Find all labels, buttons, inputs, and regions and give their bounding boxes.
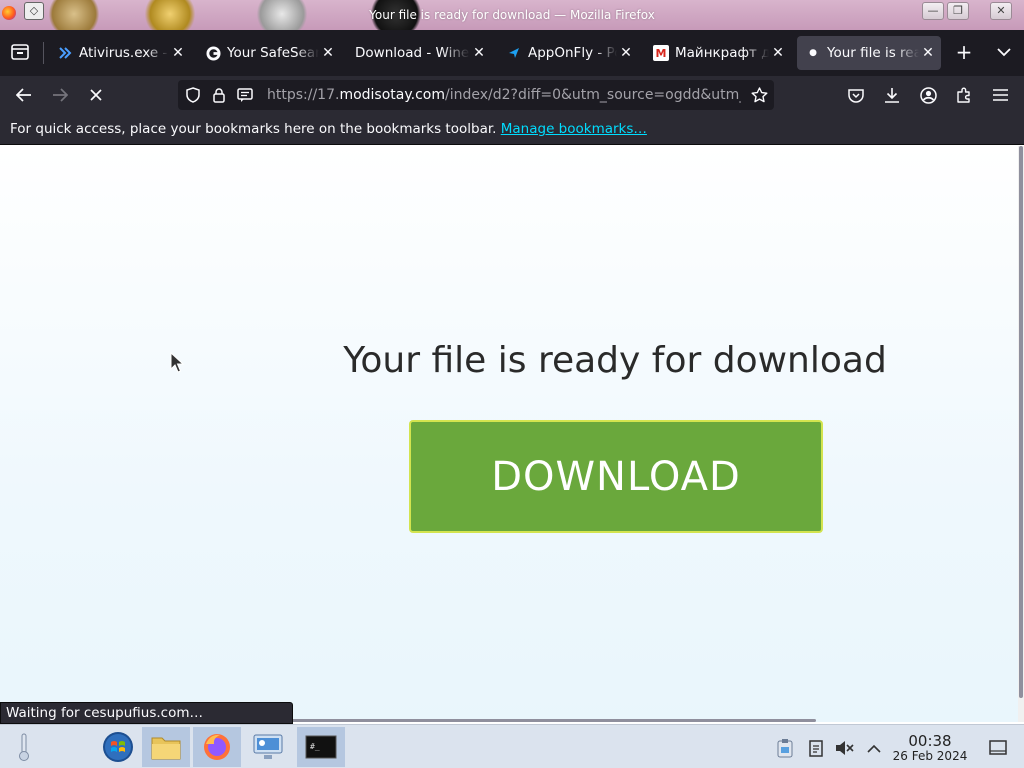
chevron-up-icon[interactable] [863, 737, 885, 759]
scrollbar-thumb[interactable] [1019, 146, 1023, 698]
tab-strip: Ativirus.exe - ✕ Your SafeSear ✕ Downloa… [0, 30, 1024, 76]
tab-ativirus[interactable]: Ativirus.exe - ✕ [49, 36, 191, 70]
taskbar-network-app[interactable] [244, 727, 292, 767]
navigation-toolbar: https://17.modisotay.com/index/d2?diff=0… [0, 76, 1024, 114]
mouse-pointer-icon [170, 352, 184, 373]
back-button[interactable] [9, 81, 39, 109]
start-menu-button[interactable] [94, 727, 142, 767]
downloads-button[interactable] [877, 81, 907, 109]
tab-separator [43, 42, 44, 64]
tab-label: Your file is rea [827, 45, 919, 61]
show-desktop-icon[interactable] [987, 737, 1009, 759]
url-bar[interactable]: https://17.modisotay.com/index/d2?diff=0… [178, 80, 774, 110]
chevrons-icon [57, 45, 73, 61]
clipboard-tray-icon[interactable] [774, 737, 796, 759]
clock-time[interactable]: 00:38 [900, 732, 960, 750]
bookmarks-hint-text: For quick access, place your bookmarks h… [10, 121, 497, 137]
puzzle-icon [957, 87, 970, 103]
terminal-icon: #_ [305, 735, 337, 759]
arrow-right-icon [53, 88, 68, 102]
firefox-view-button[interactable] [5, 38, 35, 66]
url-path: /index/d2?diff=0&utm_source=ogdd&utm_ [445, 87, 741, 103]
tab-close-icon[interactable]: ✕ [769, 45, 787, 61]
taskbar-file-manager[interactable] [142, 727, 190, 767]
tab-close-icon[interactable]: ✕ [169, 45, 187, 61]
tab-minecraft[interactable]: M Майнкрафт д ✕ [645, 36, 791, 70]
url-domain: modisotay.com [339, 87, 445, 103]
account-button[interactable] [913, 81, 943, 109]
close-window-button[interactable]: ✕ [990, 2, 1012, 20]
tab-close-icon[interactable]: ✕ [470, 45, 488, 61]
tab-close-icon[interactable]: ✕ [919, 45, 937, 61]
loading-dot-icon: ● [809, 48, 817, 58]
tab-close-icon[interactable]: ✕ [319, 45, 337, 61]
notes-tray-icon[interactable] [805, 737, 827, 759]
pocket-button[interactable] [841, 81, 871, 109]
manage-bookmarks-link[interactable]: Manage bookmarks… [501, 121, 647, 137]
tab-label: Download - Wine [355, 45, 470, 61]
tab-close-icon[interactable]: ✕ [617, 45, 635, 61]
windows-logo-icon [103, 732, 133, 762]
new-tab-button[interactable]: + [949, 38, 979, 66]
download-icon [885, 88, 899, 103]
tab-active-download[interactable]: ● Your file is rea ✕ [797, 36, 941, 70]
thermometer-icon [19, 733, 29, 761]
taskbar-terminal[interactable]: #_ [297, 727, 345, 767]
tab-safesearch[interactable]: Your SafeSear ✕ [197, 36, 341, 70]
bookmarks-toolbar: For quick access, place your bookmarks h… [0, 114, 1024, 145]
chevron-down-icon [997, 47, 1011, 56]
list-all-tabs-button[interactable] [989, 38, 1019, 66]
permissions-icon[interactable] [232, 80, 258, 110]
tab-label: Майнкрафт д [675, 45, 769, 61]
tab-apponfly[interactable]: AppOnFly - Po ✕ [498, 36, 639, 70]
account-icon [919, 86, 937, 104]
url-text[interactable]: https://17.modisotay.com/index/d2?diff=0… [267, 87, 741, 103]
firefox-icon [204, 734, 230, 760]
network-computer-icon [253, 734, 283, 759]
svg-text:#_: #_ [310, 742, 320, 751]
google-icon [205, 45, 221, 61]
page-heading: Your file is ready for download [343, 340, 887, 381]
bookmark-star-icon[interactable] [746, 80, 772, 110]
pocket-icon [848, 88, 864, 103]
m-icon: M [653, 45, 669, 61]
clock-date[interactable]: 26 Feb 2024 [890, 749, 970, 763]
window-title: Your file is ready for download — Mozill… [369, 8, 655, 22]
firefox-view-icon [11, 44, 29, 60]
send-icon [506, 45, 522, 61]
download-button[interactable]: DOWNLOAD [409, 420, 823, 533]
arrow-left-icon [16, 88, 31, 102]
lock-icon[interactable] [206, 80, 232, 110]
window-titlebar[interactable]: ◇ Your file is ready for download — Mozi… [0, 0, 1024, 30]
tab-label: AppOnFly - Po [528, 45, 617, 61]
tab-label: Ativirus.exe - [79, 45, 168, 61]
volume-muted-icon[interactable] [834, 737, 856, 759]
extensions-button[interactable] [949, 81, 979, 109]
minimize-button[interactable]: — [922, 2, 944, 20]
close-icon [90, 89, 102, 101]
stop-loading-button[interactable] [81, 81, 111, 109]
vertical-scrollbar[interactable] [1018, 146, 1024, 722]
status-panel: Waiting for cesupufius.com… [0, 702, 293, 724]
tab-label: Your SafeSear [227, 45, 319, 61]
forward-button[interactable] [45, 81, 75, 109]
taskbar: #_ 00:38 26 Feb 2024 [0, 724, 1024, 768]
app-menu-button[interactable] [985, 81, 1015, 109]
maximize-button[interactable]: ❐ [947, 2, 969, 20]
tab-download-wine[interactable]: Download - Wine ✕ [347, 36, 492, 70]
taskbar-firefox[interactable] [193, 727, 241, 767]
tracking-protection-shield-icon[interactable] [180, 80, 206, 110]
taskbar-thermometer-widget[interactable] [2, 727, 46, 767]
hamburger-menu-icon [992, 89, 1008, 101]
page-content: Your file is ready for download DOWNLOAD [0, 146, 1018, 722]
folder-icon [151, 737, 181, 760]
url-prefix: https://17. [267, 87, 340, 103]
